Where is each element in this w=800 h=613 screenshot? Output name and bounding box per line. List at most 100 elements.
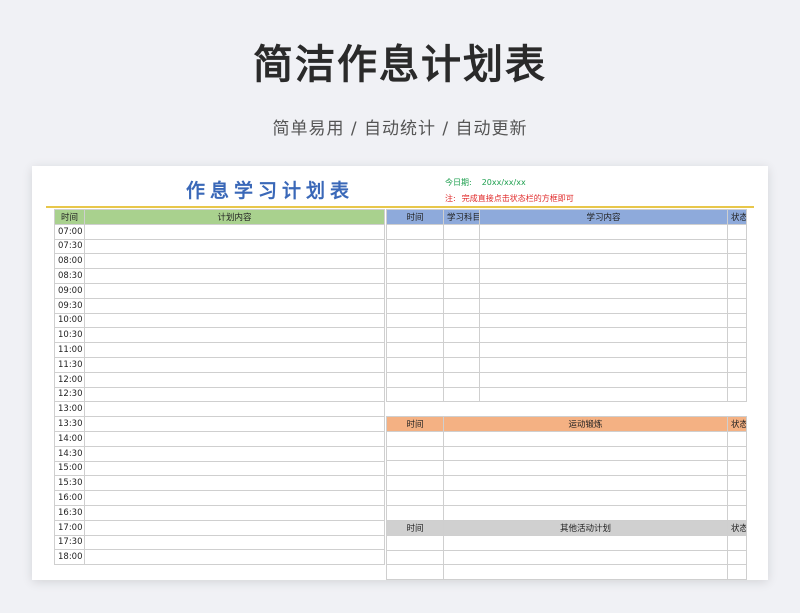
- schedule-content-cell[interactable]: [84, 253, 385, 270]
- schedule-content-cell[interactable]: [84, 549, 385, 566]
- schedule-content-cell[interactable]: [84, 356, 385, 373]
- study-time-cell[interactable]: [386, 297, 444, 314]
- study-time-cell[interactable]: [386, 282, 444, 299]
- schedule-content-cell[interactable]: [84, 519, 385, 536]
- exercise-activity-cell[interactable]: [443, 475, 728, 491]
- exercise-time-cell[interactable]: [386, 489, 444, 506]
- spreadsheet-preview: 作息学习计划表 今日期: 20xx/xx/xx 注: 完成直接点击状态栏的方框即可 …: [32, 166, 768, 580]
- exercise-status-cell[interactable]: [727, 504, 747, 521]
- schedule-content-cell[interactable]: [84, 416, 385, 432]
- study-content-cell[interactable]: [479, 253, 728, 270]
- study-status-cell[interactable]: [727, 327, 747, 344]
- schedule-content-cell[interactable]: [84, 401, 385, 418]
- study-content-cell[interactable]: [479, 223, 728, 240]
- study-time-cell[interactable]: [386, 327, 444, 344]
- other-status-cell[interactable]: [727, 564, 747, 580]
- exercise-status-cell[interactable]: [727, 460, 747, 477]
- exercise-status-cell[interactable]: [727, 445, 747, 462]
- schedule-content-cell[interactable]: [84, 490, 385, 506]
- exercise-activity-cell[interactable]: [443, 504, 728, 521]
- schedule-content-cell[interactable]: [84, 327, 385, 344]
- study-subject-cell[interactable]: [443, 327, 480, 344]
- schedule-content-cell[interactable]: [84, 534, 385, 551]
- exercise-time-cell[interactable]: [386, 460, 444, 477]
- study-time-cell[interactable]: [386, 238, 444, 255]
- study-content-cell[interactable]: [479, 356, 728, 373]
- study-subject-cell[interactable]: [443, 282, 480, 299]
- study-subject-cell[interactable]: [443, 371, 480, 388]
- study-content-cell[interactable]: [479, 268, 728, 284]
- other-time-cell[interactable]: [386, 549, 444, 566]
- study-status-cell[interactable]: [727, 268, 747, 284]
- schedule-content-cell[interactable]: [84, 371, 385, 388]
- study-status-cell[interactable]: [727, 312, 747, 329]
- study-time-cell[interactable]: [386, 386, 444, 403]
- study-time-cell[interactable]: [386, 342, 444, 358]
- other-status-cell[interactable]: [727, 534, 747, 551]
- study-status-cell[interactable]: [727, 223, 747, 240]
- exercise-time-cell[interactable]: [386, 504, 444, 521]
- study-content-cell[interactable]: [479, 342, 728, 358]
- study-content-cell[interactable]: [479, 297, 728, 314]
- study-subject-cell[interactable]: [443, 342, 480, 358]
- other-status-cell[interactable]: [727, 549, 747, 566]
- study-time-cell[interactable]: [386, 268, 444, 284]
- other-activity-cell[interactable]: [443, 534, 728, 551]
- schedule-content-cell[interactable]: [84, 238, 385, 255]
- study-time-cell[interactable]: [386, 312, 444, 329]
- exercise-activity-cell[interactable]: [443, 445, 728, 462]
- study-time-cell[interactable]: [386, 223, 444, 240]
- schedule-content-cell[interactable]: [84, 342, 385, 358]
- study-subject-cell[interactable]: [443, 386, 480, 403]
- exercise-time-cell[interactable]: [386, 475, 444, 491]
- schedule-content-cell[interactable]: [84, 268, 385, 284]
- study-subject-cell[interactable]: [443, 223, 480, 240]
- study-subject-cell[interactable]: [443, 297, 480, 314]
- exercise-status-cell[interactable]: [727, 475, 747, 491]
- schedule-content-cell[interactable]: [84, 282, 385, 299]
- study-content-cell[interactable]: [479, 312, 728, 329]
- study-content-cell[interactable]: [479, 238, 728, 255]
- schedule-content-cell[interactable]: [84, 430, 385, 447]
- exercise-activity-cell[interactable]: [443, 489, 728, 506]
- study-subject-cell[interactable]: [443, 268, 480, 284]
- study-status-cell[interactable]: [727, 386, 747, 403]
- schedule-content-cell[interactable]: [84, 475, 385, 492]
- exercise-time-cell[interactable]: [386, 445, 444, 462]
- study-status-cell[interactable]: [727, 238, 747, 255]
- study-time-cell[interactable]: [386, 371, 444, 388]
- schedule-content-cell[interactable]: [84, 445, 385, 462]
- schedule-content-cell[interactable]: [84, 297, 385, 314]
- exercise-activity-cell[interactable]: [443, 430, 728, 447]
- schedule-content-cell[interactable]: [84, 504, 385, 521]
- exercise-activity-cell[interactable]: [443, 460, 728, 477]
- exercise-status-cell[interactable]: [727, 489, 747, 506]
- study-subject-cell[interactable]: [443, 238, 480, 255]
- schedule-content-cell[interactable]: [84, 460, 385, 477]
- today-value[interactable]: 20xx/xx/xx: [482, 178, 526, 187]
- study-status-cell[interactable]: [727, 371, 747, 388]
- study-status-cell[interactable]: [727, 253, 747, 270]
- other-time-cell[interactable]: [386, 534, 444, 551]
- study-subject-cell[interactable]: [443, 312, 480, 329]
- study-time-cell[interactable]: [386, 356, 444, 373]
- schedule-content-cell[interactable]: [84, 312, 385, 329]
- other-activity-cell[interactable]: [443, 564, 728, 580]
- study-content-cell[interactable]: [479, 282, 728, 299]
- study-content-cell[interactable]: [479, 386, 728, 403]
- study-status-cell[interactable]: [727, 342, 747, 358]
- study-status-cell[interactable]: [727, 297, 747, 314]
- exercise-time-cell[interactable]: [386, 430, 444, 447]
- study-status-cell[interactable]: [727, 356, 747, 373]
- schedule-content-cell[interactable]: [84, 223, 385, 240]
- exercise-status-cell[interactable]: [727, 430, 747, 447]
- schedule-content-cell[interactable]: [84, 386, 385, 403]
- study-subject-cell[interactable]: [443, 253, 480, 270]
- study-time-cell[interactable]: [386, 253, 444, 270]
- study-subject-cell[interactable]: [443, 356, 480, 373]
- other-activity-cell[interactable]: [443, 549, 728, 566]
- study-content-cell[interactable]: [479, 327, 728, 344]
- study-status-cell[interactable]: [727, 282, 747, 299]
- other-time-cell[interactable]: [386, 564, 444, 580]
- study-content-cell[interactable]: [479, 371, 728, 388]
